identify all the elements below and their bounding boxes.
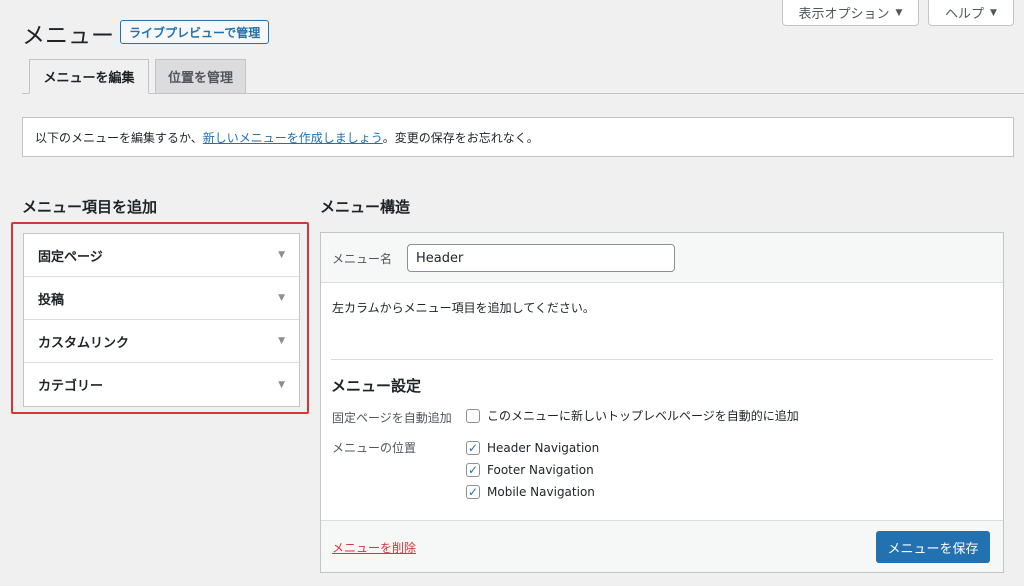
menu-structure-heading: メニュー構造 bbox=[320, 198, 411, 216]
help-label: ヘルプ bbox=[945, 7, 985, 22]
caret-down-icon: ▼ bbox=[278, 250, 285, 260]
save-menu-button[interactable]: メニューを保存 bbox=[876, 531, 990, 563]
menu-name-label: メニュー名 bbox=[332, 252, 393, 266]
delete-menu-link[interactable]: メニューを削除 bbox=[332, 539, 416, 556]
location-label: Footer Navigation bbox=[487, 463, 594, 477]
tab-edit-menus[interactable]: メニューを編集 bbox=[29, 59, 149, 94]
notice-box: 以下のメニューを編集するか、 新しいメニューを作成しましょう 。変更の保存をお忘… bbox=[22, 117, 1014, 157]
caret-down-icon: ▼ bbox=[895, 7, 903, 18]
location-checkbox-header[interactable] bbox=[466, 441, 480, 455]
live-preview-button[interactable]: ライブプレビューで管理 bbox=[120, 20, 270, 44]
location-label: Mobile Navigation bbox=[487, 485, 595, 499]
screen-options-button[interactable]: 表示オプション ▼ bbox=[782, 0, 919, 26]
empty-hint-text: 左カラムからメニュー項目を追加してください。 bbox=[332, 301, 595, 315]
accordion-item-label: 固定ページ bbox=[38, 249, 103, 265]
location-item-footer[interactable]: Footer Navigation bbox=[466, 459, 599, 481]
create-menu-link[interactable]: 新しいメニューを作成しましょう bbox=[203, 129, 383, 146]
caret-down-icon: ▼ bbox=[278, 336, 285, 346]
menu-location-label: メニューの位置 bbox=[332, 441, 417, 455]
add-menu-items-heading: メニュー項目を追加 bbox=[22, 198, 158, 216]
location-checkbox-footer[interactable] bbox=[466, 463, 480, 477]
menu-name-input[interactable] bbox=[407, 244, 675, 272]
location-label: Header Navigation bbox=[487, 441, 600, 455]
accordion-item-custom-links[interactable]: カスタムリンク ▼ bbox=[24, 320, 299, 363]
accordion-item-label: カテゴリー bbox=[38, 379, 104, 394]
accordion-item-pages[interactable]: 固定ページ ▼ bbox=[24, 234, 299, 277]
menu-settings-heading: メニュー設定 bbox=[331, 377, 422, 395]
auto-add-label: 固定ページを自動追加 bbox=[332, 411, 452, 425]
accordion-item-posts[interactable]: 投稿 ▼ bbox=[24, 277, 299, 320]
page-title: メニュー bbox=[22, 23, 114, 49]
caret-down-icon: ▼ bbox=[278, 293, 285, 303]
help-button[interactable]: ヘルプ ▼ bbox=[928, 0, 1014, 26]
screen-options-label: 表示オプション bbox=[798, 7, 890, 22]
location-item-mobile[interactable]: Mobile Navigation bbox=[466, 481, 599, 503]
auto-add-checkbox[interactable] bbox=[466, 408, 480, 423]
accordion-item-label: 投稿 bbox=[38, 292, 65, 308]
menu-structure-panel: メニュー名 左カラムからメニュー項目を追加してください。 メニュー設定 固定ペー… bbox=[320, 232, 1004, 573]
auto-add-row: このメニューに新しいトップレベルページを自動的に追加 bbox=[466, 407, 799, 424]
location-item-header[interactable]: Header Navigation bbox=[466, 437, 599, 459]
menu-name-bar: メニュー名 bbox=[321, 233, 1003, 283]
add-items-accordion: 固定ページ ▼ 投稿 ▼ カスタムリンク ▼ カテゴリー ▼ bbox=[23, 233, 300, 407]
auto-add-option-label: このメニューに新しいトップレベルページを自動的に追加 bbox=[487, 409, 799, 423]
section-divider bbox=[331, 359, 993, 360]
caret-down-icon: ▼ bbox=[990, 7, 997, 18]
notice-text-before: 以下のメニューを編集するか、 bbox=[35, 130, 203, 145]
location-checkbox-mobile[interactable] bbox=[466, 485, 480, 499]
location-list: Header Navigation Footer Navigation Mobi… bbox=[466, 437, 599, 503]
tab-manage-locations[interactable]: 位置を管理 bbox=[155, 59, 246, 94]
notice-text-after: 。変更の保存をお忘れなく。 bbox=[382, 130, 539, 145]
caret-down-icon: ▼ bbox=[278, 379, 285, 390]
accordion-item-label: カスタムリンク bbox=[38, 335, 130, 351]
accordion-item-categories[interactable]: カテゴリー ▼ bbox=[24, 363, 299, 406]
menu-footer-bar: メニューを削除 メニューを保存 bbox=[321, 520, 1003, 572]
